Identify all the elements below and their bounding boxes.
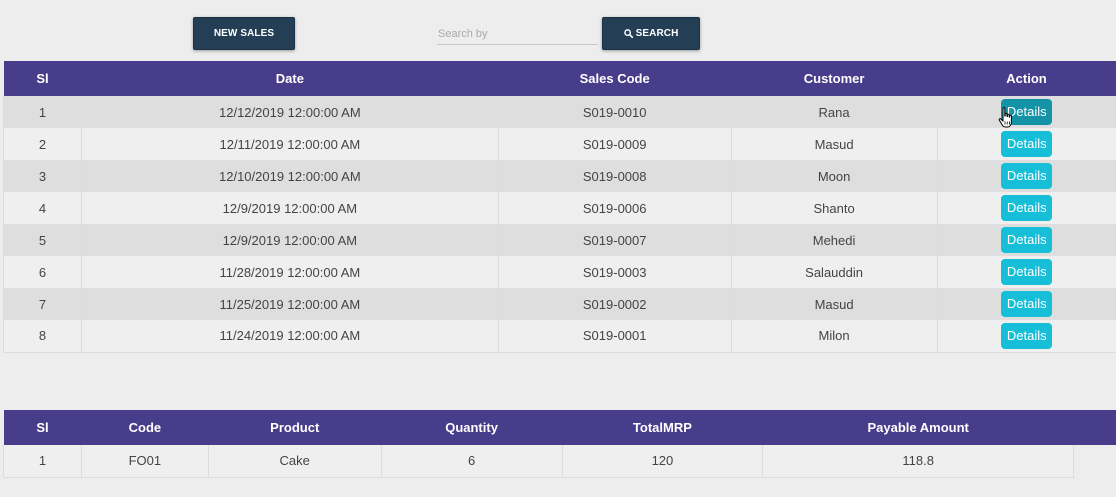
col-header-payable-amount: Payable Amount [762, 410, 1074, 445]
cell-date: 12/12/2019 12:00:00 AM [81, 96, 499, 128]
cell-sales-code: S019-0010 [498, 96, 732, 128]
col-header-action: Action [937, 61, 1116, 96]
cell-action: Details [937, 288, 1116, 320]
sales-table-header: Sl Date Sales Code Customer Action [3, 61, 1116, 96]
search-icon [623, 29, 633, 38]
table-row: 2 12/11/2019 12:00:00 AM S019-0009 Masud… [3, 128, 1116, 160]
search-label: SEARCH [635, 28, 679, 39]
table-row: 1 FO01 Cake 6 120 118.8 [3, 445, 1116, 478]
cell-date: 12/9/2019 12:00:00 AM [81, 192, 499, 224]
cell-customer: Moon [731, 160, 938, 192]
product-table-header: Sl Code Product Quantity TotalMRP Payabl… [3, 410, 1116, 445]
col-header-total-mrp: TotalMRP [562, 410, 763, 445]
cell-sales-code: S019-0009 [498, 128, 732, 160]
cell-sales-code: S019-0008 [498, 160, 732, 192]
table-row: 7 11/25/2019 12:00:00 AM S019-0002 Masud… [3, 288, 1116, 320]
search-button[interactable]: SEARCH [602, 17, 700, 50]
cell-customer: Rana [731, 96, 938, 128]
search-input[interactable] [437, 24, 598, 45]
col-header-sales-code: Sales Code [498, 61, 732, 96]
cell-date: 11/28/2019 12:00:00 AM [81, 256, 499, 288]
details-button[interactable]: Details [1001, 259, 1053, 285]
cell-total-mrp: 120 [562, 445, 764, 478]
cell-sales-code: S019-0007 [498, 224, 732, 256]
cell-date: 12/11/2019 12:00:00 AM [81, 128, 499, 160]
cell-action: Details [937, 256, 1116, 288]
cell-blank [1073, 445, 1116, 477]
cell-code: FO01 [81, 445, 209, 478]
col-header-quantity: Quantity [381, 410, 562, 445]
table-row: 1 12/12/2019 12:00:00 AM S019-0010 Rana … [3, 96, 1116, 128]
cell-sl: 8 [3, 320, 82, 353]
cell-action: Details [937, 96, 1116, 128]
cell-date: 12/10/2019 12:00:00 AM [81, 160, 499, 192]
cell-sl: 1 [3, 96, 82, 128]
cell-sl: 5 [3, 224, 82, 256]
cell-customer: Masud [731, 288, 938, 320]
cell-sl: 7 [3, 288, 82, 320]
cell-customer: Shanto [731, 192, 938, 224]
cell-quantity: 6 [381, 445, 563, 478]
col-header-product: Product [208, 410, 382, 445]
cell-customer: Milon [731, 320, 938, 353]
details-button[interactable]: Details [1001, 291, 1053, 317]
cell-action: Details [937, 160, 1116, 192]
col-header-code: Code [81, 410, 209, 445]
new-sales-label: NEW SALES [213, 28, 275, 39]
cell-date: 11/24/2019 12:00:00 AM [81, 320, 499, 353]
cell-sl: 4 [3, 192, 82, 224]
details-button[interactable]: Details [1001, 227, 1053, 253]
col-header-sl: Sl [3, 61, 82, 96]
product-table: Sl Code Product Quantity TotalMRP Payabl… [3, 410, 1116, 478]
cell-action: Details [937, 192, 1116, 224]
details-button[interactable]: Details [1001, 163, 1053, 189]
table-row: 5 12/9/2019 12:00:00 AM S019-0007 Mehedi… [3, 224, 1116, 256]
col-header-date: Date [81, 61, 499, 96]
cell-customer: Mehedi [731, 224, 938, 256]
table-row: 4 12/9/2019 12:00:00 AM S019-0006 Shanto… [3, 192, 1116, 224]
hand-pointer-icon [998, 107, 1012, 128]
cell-action: Details [937, 320, 1116, 353]
cell-sales-code: S019-0006 [498, 192, 732, 224]
col-header-blank [1073, 410, 1116, 445]
cell-sl: 6 [3, 256, 82, 288]
details-button[interactable]: Details [1001, 322, 1053, 349]
cell-action: Details [937, 224, 1116, 256]
cell-sl: 2 [3, 128, 82, 160]
new-sales-button[interactable]: NEW SALES [193, 17, 295, 50]
cell-date: 12/9/2019 12:00:00 AM [81, 224, 499, 256]
cell-sl: 1 [3, 445, 82, 478]
cell-sl: 3 [3, 160, 82, 192]
cell-sales-code: S019-0002 [498, 288, 732, 320]
sales-table: Sl Date Sales Code Customer Action 1 12/… [3, 61, 1116, 353]
cell-sales-code: S019-0001 [498, 320, 732, 353]
col-header-customer: Customer [731, 61, 938, 96]
cell-action: Details [937, 128, 1116, 160]
cell-customer: Salauddin [731, 256, 938, 288]
table-row: 6 11/28/2019 12:00:00 AM S019-0003 Salau… [3, 256, 1116, 288]
details-button[interactable]: Details [1001, 195, 1053, 221]
cell-payable-amount: 118.8 [762, 445, 1075, 478]
col-header-sl: Sl [3, 410, 82, 445]
table-row: 3 12/10/2019 12:00:00 AM S019-0008 Moon … [3, 160, 1116, 192]
cell-product: Cake [208, 445, 382, 478]
cell-customer: Masud [731, 128, 938, 160]
details-button[interactable]: Details [1001, 131, 1053, 157]
table-row: 8 11/24/2019 12:00:00 AM S019-0001 Milon… [3, 320, 1116, 353]
cell-date: 11/25/2019 12:00:00 AM [81, 288, 499, 320]
cell-sales-code: S019-0003 [498, 256, 732, 288]
